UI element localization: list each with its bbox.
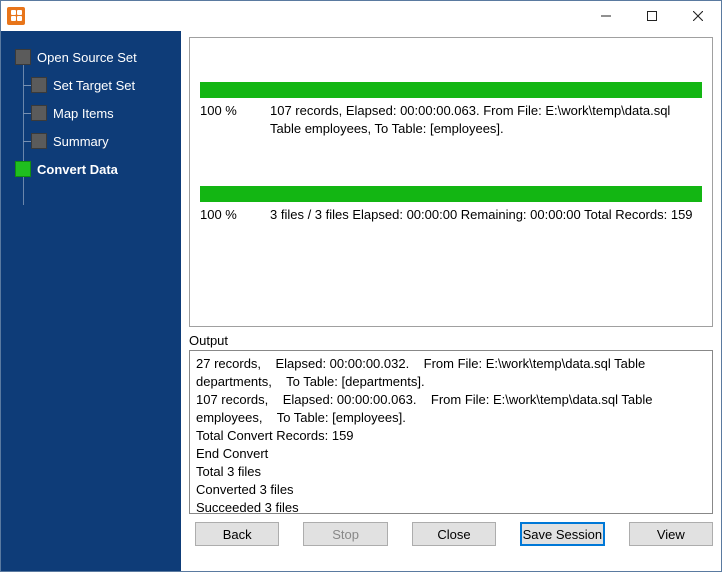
close-window-button[interactable] [675, 1, 721, 31]
view-button[interactable]: View [629, 522, 713, 546]
sidebar-item-label: Open Source Set [37, 50, 137, 65]
button-row: Back Stop Close Save Session View [189, 514, 713, 546]
step-node-icon [15, 161, 31, 177]
minimize-button[interactable] [583, 1, 629, 31]
current-item-progress: 100 % 107 records, Elapsed: 00:00:00.063… [200, 82, 702, 138]
sidebar-item-label: Set Target Set [53, 78, 135, 93]
progress-panel: 100 % 107 records, Elapsed: 00:00:00.063… [189, 37, 713, 327]
sidebar-item-set-target-set[interactable]: Set Target Set [1, 71, 181, 99]
step-node-icon [31, 105, 47, 121]
main-content: 100 % 107 records, Elapsed: 00:00:00.063… [181, 31, 721, 571]
overall-progress: 100 % 3 files / 3 files Elapsed: 00:00:0… [200, 186, 702, 224]
app-icon [7, 7, 25, 25]
save-session-button[interactable]: Save Session [520, 522, 605, 546]
titlebar-left [1, 7, 25, 25]
progress-description: 3 files / 3 files Elapsed: 00:00:00 Rema… [270, 206, 702, 224]
stop-button[interactable]: Stop [303, 522, 387, 546]
wizard-sidebar: Open Source Set Set Target Set Map Items… [1, 31, 181, 571]
sidebar-item-label: Summary [53, 134, 109, 149]
output-text: 27 records, Elapsed: 00:00:00.032. From … [196, 356, 656, 514]
progress-percent: 100 % [200, 102, 270, 138]
sidebar-item-map-items[interactable]: Map Items [1, 99, 181, 127]
progress-description: 107 records, Elapsed: 00:00:00.063. From… [270, 102, 702, 138]
output-label: Output [189, 333, 713, 348]
step-node-icon [31, 77, 47, 93]
app-window: Open Source Set Set Target Set Map Items… [0, 0, 722, 572]
sidebar-item-open-source-set[interactable]: Open Source Set [1, 43, 181, 71]
window-controls [583, 1, 721, 31]
app-body: Open Source Set Set Target Set Map Items… [1, 31, 721, 571]
progress-bar-overall [200, 186, 702, 202]
step-node-icon [15, 49, 31, 65]
sidebar-item-summary[interactable]: Summary [1, 127, 181, 155]
sidebar-item-convert-data[interactable]: Convert Data [1, 155, 181, 183]
progress-bar-item [200, 82, 702, 98]
titlebar [1, 1, 721, 31]
progress-percent: 100 % [200, 206, 270, 224]
sidebar-item-label: Map Items [53, 106, 114, 121]
maximize-button[interactable] [629, 1, 675, 31]
step-node-icon [31, 133, 47, 149]
progress-row: 100 % 107 records, Elapsed: 00:00:00.063… [200, 102, 702, 138]
output-textarea[interactable]: 27 records, Elapsed: 00:00:00.032. From … [189, 350, 713, 514]
sidebar-item-label: Convert Data [37, 162, 118, 177]
close-button[interactable]: Close [412, 522, 496, 546]
progress-row: 100 % 3 files / 3 files Elapsed: 00:00:0… [200, 206, 702, 224]
back-button[interactable]: Back [195, 522, 279, 546]
